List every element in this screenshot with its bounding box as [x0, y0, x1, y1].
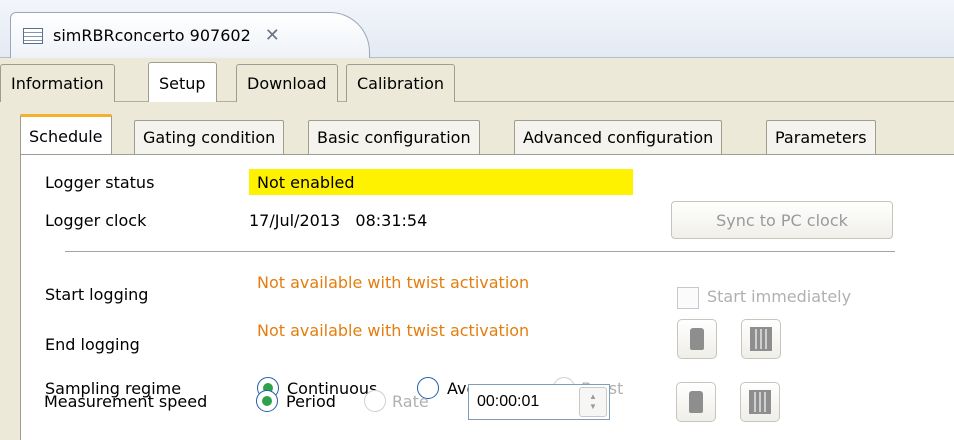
tab-label: Information	[11, 74, 104, 93]
tab-label: Advanced configuration	[523, 128, 714, 147]
period-spinner[interactable]: ▲ ▼	[579, 387, 607, 417]
editor-tab[interactable]: simRBRconcerto 907602 ✕	[10, 12, 370, 58]
speed-memory-button[interactable]	[676, 382, 716, 422]
start-immediately-label: Start immediately	[707, 287, 852, 306]
tab-download[interactable]: Download	[236, 64, 338, 102]
start-logging-value: Not available with twist activation	[257, 273, 530, 292]
tab-setup[interactable]: Setup	[148, 62, 217, 103]
measurement-speed-label: Measurement speed	[44, 392, 208, 411]
end-logging-chip-button[interactable]	[741, 319, 781, 359]
period-label: Period	[286, 392, 336, 411]
tab-schedule[interactable]: Schedule	[20, 114, 112, 155]
tab-parameters[interactable]: Parameters	[766, 120, 876, 154]
editor-title: simRBRconcerto 907602	[53, 26, 251, 45]
tab-label: Parameters	[775, 128, 867, 147]
divider	[65, 251, 895, 252]
tab-label: Basic configuration	[317, 128, 471, 147]
end-logging-value: Not available with twist activation	[257, 321, 530, 340]
tab-information[interactable]: Information	[0, 64, 115, 102]
logger-status-label: Logger status	[45, 173, 155, 192]
end-logging-memory-button[interactable]	[677, 319, 717, 359]
editor-tab-bar: simRBRconcerto 907602 ✕	[0, 0, 954, 58]
tab-advanced-configuration[interactable]: Advanced configuration	[514, 120, 723, 154]
logger-clock-value: 17/Jul/2013 08:31:54	[249, 211, 428, 230]
logger-status-value: Not enabled	[249, 169, 633, 195]
view-tab-bar: Information Setup Download Calibration	[0, 58, 954, 103]
chip-icon	[749, 390, 771, 414]
tab-label: Download	[247, 74, 327, 93]
rate-label: Rate	[392, 392, 429, 411]
end-logging-label: End logging	[45, 335, 140, 354]
logger-clock-label: Logger clock	[45, 211, 147, 230]
tab-gating-condition[interactable]: Gating condition	[134, 120, 285, 154]
setup-panel: Schedule Gating condition Basic configur…	[0, 102, 954, 440]
tab-label: Setup	[159, 73, 206, 93]
sub-tab-bar: Schedule Gating condition Basic configur…	[0, 112, 954, 155]
sync-to-pc-clock-button[interactable]: Sync to PC clock	[671, 201, 893, 239]
memory-card-icon	[690, 328, 704, 350]
tab-calibration[interactable]: Calibration	[346, 64, 456, 102]
tab-basic-configuration[interactable]: Basic configuration	[308, 120, 480, 154]
period-time-input[interactable]: 00:00:01 ▲ ▼	[468, 384, 610, 420]
tab-label: Gating condition	[143, 128, 276, 147]
speed-chip-button[interactable]	[740, 382, 780, 422]
chevron-down-icon: ▼	[589, 402, 597, 411]
tab-label: Schedule	[29, 126, 103, 146]
memory-card-icon	[689, 391, 703, 413]
start-immediately-checkbox[interactable]	[677, 287, 699, 309]
table-icon	[23, 27, 43, 44]
radio-period[interactable]	[256, 390, 278, 412]
radio-rate[interactable]	[364, 390, 386, 412]
start-logging-label: Start logging	[45, 285, 149, 304]
close-icon[interactable]: ✕	[265, 25, 280, 46]
chevron-up-icon: ▲	[589, 392, 597, 401]
chip-icon	[750, 327, 772, 351]
period-value: 00:00:01	[477, 393, 540, 410]
tab-label: Calibration	[357, 74, 445, 93]
